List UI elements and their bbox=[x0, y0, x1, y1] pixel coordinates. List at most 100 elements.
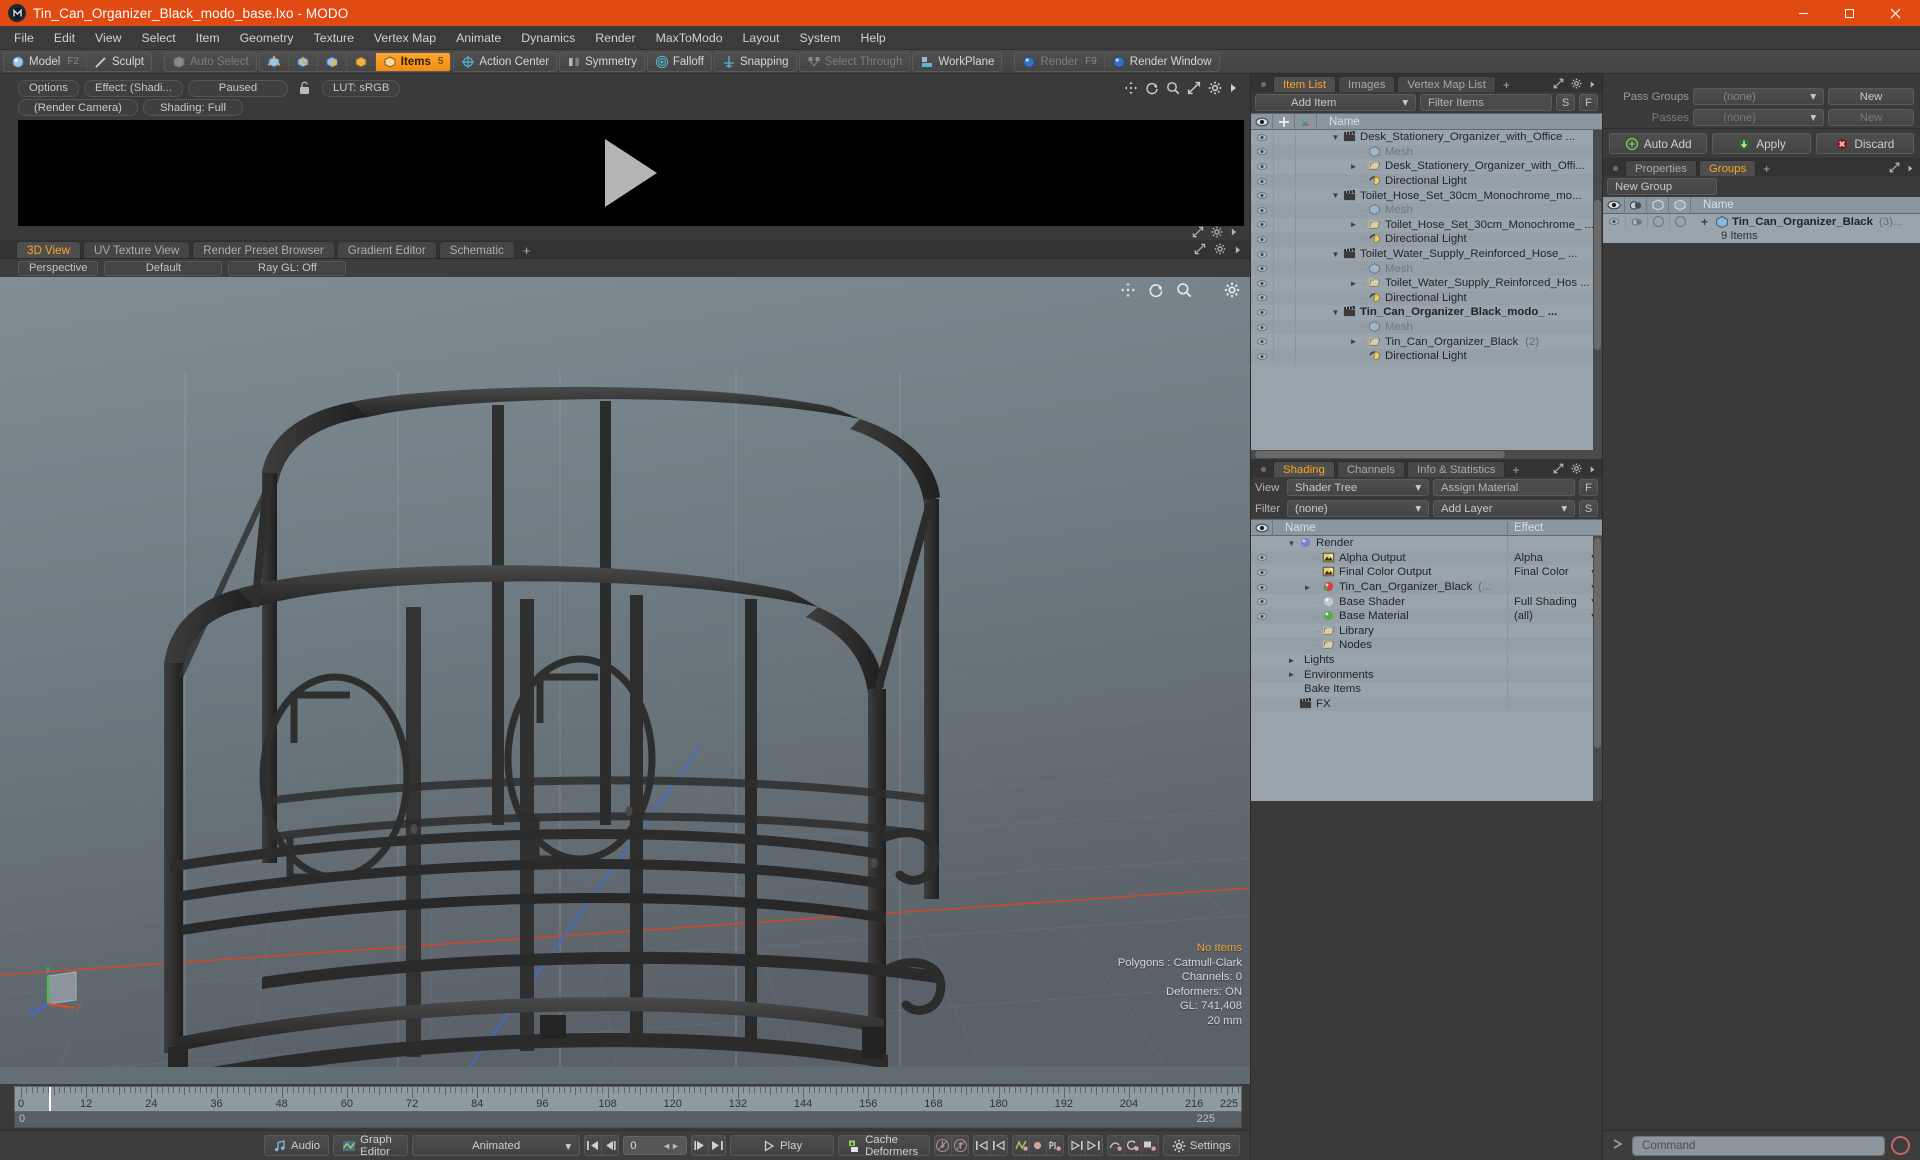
item-list-row[interactable]: ► ·· Desk_Stationery_Organizer_with_Offi..… bbox=[1251, 159, 1602, 174]
item-list-row[interactable]: ·· Directional Light bbox=[1251, 232, 1602, 247]
snapping-button[interactable]: Snapping bbox=[715, 53, 796, 71]
caret-down-icon[interactable]: ▼ bbox=[1287, 539, 1296, 548]
row-transform-cell[interactable] bbox=[1295, 202, 1317, 218]
shading-tab-add[interactable]: + bbox=[1507, 463, 1524, 477]
row-lock-cell[interactable] bbox=[1273, 334, 1295, 349]
timeline-playhead[interactable] bbox=[49, 1087, 51, 1111]
item-list-tree[interactable]: ▼ Desk_Stationery_Organizer_with_Office .… bbox=[1251, 130, 1602, 450]
menu-view[interactable]: View bbox=[85, 28, 131, 48]
paused-button[interactable]: Paused bbox=[187, 79, 288, 97]
render-button[interactable]: Render F9 bbox=[1015, 52, 1105, 71]
item-list-row[interactable]: ·· Directional Light bbox=[1251, 290, 1602, 306]
caret-down-icon[interactable]: ▼ bbox=[1331, 308, 1340, 317]
row-transform-cell[interactable] bbox=[1295, 305, 1317, 320]
row-lock-cell[interactable] bbox=[1273, 217, 1295, 233]
menu-texture[interactable]: Texture bbox=[304, 28, 364, 48]
shader-row-effect-cell[interactable] bbox=[1507, 638, 1602, 653]
item-list-row[interactable]: ·· Mesh bbox=[1251, 144, 1602, 160]
menu-select[interactable]: Select bbox=[131, 28, 185, 48]
menu-system[interactable]: System bbox=[789, 28, 850, 48]
options-button[interactable]: Options bbox=[18, 79, 79, 97]
action-center-button[interactable]: Action Center bbox=[454, 53, 556, 71]
shader-row-label-cell[interactable]: ► Environments bbox=[1273, 669, 1507, 681]
item-list-row[interactable]: ·· Mesh bbox=[1251, 261, 1602, 276]
cache-deformers-button[interactable]: Cache Deformers bbox=[838, 1134, 931, 1158]
group-row[interactable]: + Tin_Can_Organizer_Black (3)... bbox=[1603, 214, 1920, 229]
item-list-row[interactable]: ▼ Tin_Can_Organizer_Black_modo_ ... bbox=[1251, 305, 1602, 320]
render-preview-area[interactable] bbox=[18, 120, 1244, 226]
perspective-dropdown[interactable]: Perspective bbox=[18, 260, 99, 276]
row-label-cell[interactable]: ·· Mesh bbox=[1317, 145, 1602, 159]
row-transform-cell[interactable] bbox=[1295, 334, 1317, 349]
viewport-menu-arrow-icon[interactable] bbox=[1234, 244, 1242, 258]
render-window-button[interactable]: Render Window bbox=[1105, 53, 1219, 71]
key-channels-icon[interactable] bbox=[1047, 1136, 1063, 1155]
row-label-cell[interactable]: ► ·· Desk_Stationery_Organizer_with_Offi..… bbox=[1317, 159, 1602, 173]
row-transform-cell[interactable] bbox=[1295, 246, 1317, 262]
command-input[interactable]: Command bbox=[1632, 1135, 1885, 1156]
shader-row-label-cell[interactable]: ·· Base Material bbox=[1273, 609, 1507, 623]
frame-stepper-icon[interactable]: ◄► bbox=[662, 1141, 680, 1151]
auto-key-icon[interactable] bbox=[935, 1136, 952, 1155]
shader-row-effect-cell[interactable] bbox=[1507, 536, 1602, 551]
passes-new-button[interactable]: New bbox=[1828, 109, 1914, 126]
gear-icon-footer[interactable] bbox=[1211, 226, 1223, 241]
expand-icon[interactable] bbox=[1187, 81, 1201, 95]
row-label-cell[interactable]: ·· Mesh bbox=[1317, 203, 1602, 217]
gear-icon[interactable] bbox=[1208, 81, 1222, 95]
menu-edit[interactable]: Edit bbox=[44, 28, 85, 48]
row-visibility-toggle[interactable] bbox=[1251, 250, 1273, 259]
tab-render-preset-browser[interactable]: Render Preset Browser bbox=[192, 241, 335, 258]
row-transform-cell[interactable] bbox=[1295, 159, 1317, 174]
first-key-icon[interactable] bbox=[974, 1136, 991, 1155]
tab-item-list[interactable]: Item List bbox=[1273, 76, 1337, 92]
row-visibility-toggle[interactable] bbox=[1251, 337, 1273, 346]
shader-tree-dropdown[interactable]: Shader Tree ▾ bbox=[1287, 479, 1429, 496]
row-transform-cell[interactable] bbox=[1295, 232, 1317, 247]
row-visibility-toggle[interactable] bbox=[1251, 133, 1273, 142]
caret-down-icon[interactable]: ▼ bbox=[1331, 133, 1340, 142]
row-visibility-toggle[interactable] bbox=[1251, 177, 1273, 186]
menu-file[interactable]: File bbox=[4, 28, 44, 48]
shader-row-visibility-toggle[interactable] bbox=[1251, 612, 1273, 621]
shader-row-visibility-toggle[interactable] bbox=[1251, 583, 1273, 592]
item-list-row[interactable]: ·· Mesh bbox=[1251, 319, 1602, 335]
row-label-cell[interactable]: ▼ Toilet_Water_Supply_Reinforced_Hose_ ..… bbox=[1317, 247, 1602, 261]
row-label-cell[interactable]: ▼ Desk_Stationery_Organizer_with_Office .… bbox=[1317, 130, 1602, 144]
previous-frame-button[interactable] bbox=[602, 1136, 618, 1155]
shader-row-effect-cell[interactable]: (all)▾ bbox=[1507, 608, 1602, 624]
row-label-cell[interactable]: ► ·· Tin_Can_Organizer_Black (2) bbox=[1317, 335, 1602, 349]
pass-groups-dropdown[interactable]: (none) ▾ bbox=[1693, 88, 1824, 105]
shader-tree-row[interactable]: ► Lights bbox=[1251, 652, 1602, 668]
tab-gradient-editor[interactable]: Gradient Editor bbox=[336, 241, 437, 258]
row-transform-cell[interactable] bbox=[1295, 144, 1317, 160]
shading-menu-arrow-icon[interactable] bbox=[1589, 463, 1596, 477]
play-button[interactable]: Play bbox=[730, 1135, 835, 1156]
row-transform-cell[interactable] bbox=[1295, 173, 1317, 189]
close-button[interactable] bbox=[1872, 0, 1918, 26]
row-lock-cell[interactable] bbox=[1273, 173, 1295, 189]
viewport-preset-dropdown[interactable]: Default bbox=[104, 260, 223, 276]
tab-uv-texture-view[interactable]: UV Texture View bbox=[82, 241, 191, 258]
shading-filter-dropdown[interactable]: (none) ▾ bbox=[1287, 500, 1429, 517]
shader-row-effect-cell[interactable] bbox=[1507, 681, 1602, 697]
edges-mode-button[interactable] bbox=[289, 52, 318, 71]
shader-tree-row[interactable]: ►·· Tin_Can_Organizer_Black (... ▾ bbox=[1251, 579, 1602, 595]
shader-row-effect-cell[interactable]: Alpha▾ bbox=[1507, 550, 1602, 566]
caret-right-icon[interactable]: ► bbox=[1303, 583, 1312, 592]
row-transform-cell[interactable] bbox=[1295, 319, 1317, 335]
delete-key-icon[interactable] bbox=[1108, 1136, 1125, 1155]
row-visibility-toggle[interactable] bbox=[1251, 147, 1273, 156]
row-lock-cell[interactable] bbox=[1273, 290, 1295, 306]
select-through-button[interactable]: Select Through bbox=[800, 53, 910, 71]
caret-right-icon[interactable]: ► bbox=[1349, 279, 1358, 288]
item-list-row[interactable]: ► ·· Toilet_Hose_Set_30cm_Monochrome_ ... bbox=[1251, 217, 1602, 233]
shader-row-effect-cell[interactable] bbox=[1507, 696, 1602, 712]
shader-tree-row[interactable]: ·· Final Color Output Final Color▾ bbox=[1251, 565, 1602, 580]
shading-s-button[interactable]: S bbox=[1579, 500, 1598, 517]
row-transform-cell[interactable] bbox=[1295, 261, 1317, 276]
menu-layout[interactable]: Layout bbox=[733, 28, 790, 48]
groups-tab-add[interactable]: + bbox=[1758, 162, 1775, 176]
shader-row-visibility-toggle[interactable] bbox=[1251, 553, 1273, 562]
settings-button[interactable]: Settings bbox=[1162, 1135, 1241, 1156]
